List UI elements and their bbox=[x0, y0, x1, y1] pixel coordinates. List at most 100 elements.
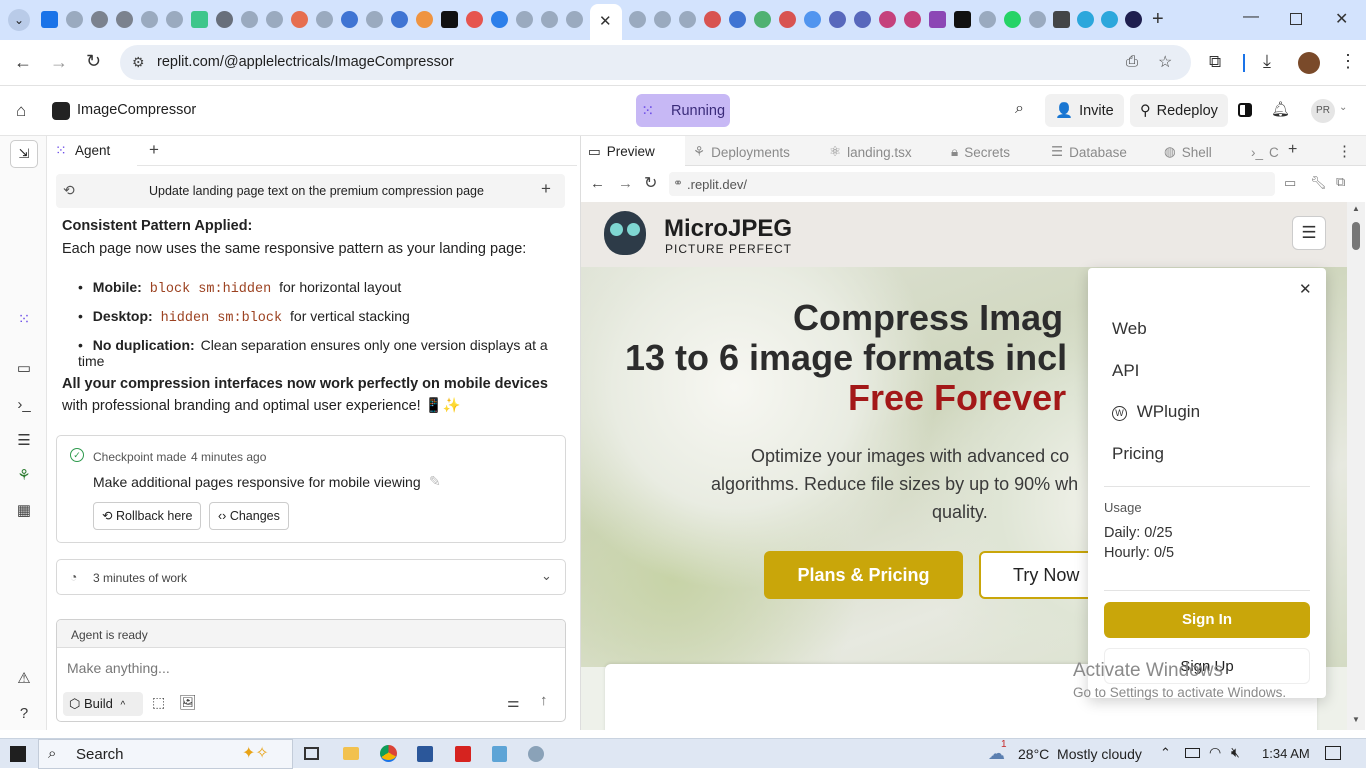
start-icon[interactable] bbox=[10, 746, 26, 762]
task-view-icon[interactable] bbox=[304, 747, 319, 760]
tab-favicon[interactable] bbox=[754, 11, 771, 28]
clock[interactable]: 1:34 AM bbox=[1262, 746, 1310, 761]
hamburger-menu-button[interactable]: ☰ bbox=[1292, 216, 1326, 250]
tab-landing-file[interactable]: ⚛ landing.tsx bbox=[829, 136, 912, 168]
preview-back-icon[interactable]: ← bbox=[590, 175, 605, 192]
tab-list-dropdown-icon[interactable]: ⌄ bbox=[8, 9, 30, 31]
user-avatar[interactable]: PR bbox=[1311, 99, 1335, 123]
show-hidden-icons[interactable]: ⌃ bbox=[1160, 745, 1171, 761]
build-mode-button[interactable]: ⬡ Build ^ bbox=[63, 692, 143, 716]
tab-favicon[interactable] bbox=[41, 11, 58, 28]
tab-favicon[interactable] bbox=[854, 11, 871, 28]
forward-icon[interactable]: → bbox=[50, 52, 68, 73]
acrobat-icon[interactable] bbox=[455, 746, 471, 762]
tab-shell[interactable]: ◍ Shell bbox=[1164, 136, 1212, 168]
tab-favicon[interactable] bbox=[1004, 11, 1021, 28]
tab-deployments[interactable]: ⚘ Deployments bbox=[693, 136, 790, 168]
reload-icon[interactable]: ↻ bbox=[86, 51, 101, 72]
all-tools-icon[interactable]: ▦ bbox=[15, 502, 33, 520]
new-thread-icon[interactable]: + bbox=[541, 179, 551, 199]
layout-toggle-icon[interactable] bbox=[1238, 103, 1252, 117]
new-pane-tab-icon[interactable]: + bbox=[149, 140, 159, 160]
tab-favicon[interactable] bbox=[391, 11, 408, 28]
notification-center-icon[interactable] bbox=[1325, 746, 1341, 760]
tab-favicon[interactable] bbox=[416, 11, 433, 28]
profile-avatar[interactable] bbox=[1298, 52, 1320, 74]
prompt-input[interactable]: Make anything... bbox=[67, 660, 170, 676]
attach-image-icon[interactable]: 🖼︎ bbox=[179, 694, 197, 711]
menu-item-wplugin[interactable]: W WPlugin bbox=[1112, 402, 1200, 422]
app-icon[interactable] bbox=[528, 746, 544, 762]
tab-favicon[interactable] bbox=[141, 11, 158, 28]
preview-scrollbar[interactable]: ▲ ▼ bbox=[1347, 202, 1365, 730]
close-menu-icon[interactable]: ✕ bbox=[1299, 280, 1312, 298]
agent-tab[interactable]: ⁙ Agent bbox=[47, 136, 137, 167]
devices-icon[interactable]: ▭ bbox=[1284, 175, 1296, 191]
tab-favicon[interactable] bbox=[166, 11, 183, 28]
tab-favicon[interactable] bbox=[979, 11, 996, 28]
tab-favicon[interactable] bbox=[441, 11, 458, 28]
tab-favicon[interactable] bbox=[1125, 11, 1142, 28]
tab-favicon[interactable] bbox=[216, 11, 233, 28]
address-bar[interactable]: ⚙ replit.com/@applelectricals/ImageCompr… bbox=[120, 45, 1191, 80]
weather-text[interactable]: 28°C Mostly cloudy bbox=[1018, 746, 1142, 762]
tab-favicon[interactable] bbox=[704, 11, 721, 28]
tab-database[interactable]: ☰ Database bbox=[1051, 136, 1127, 168]
downloads-icon[interactable]: ⤓ bbox=[1263, 51, 1271, 72]
tab-favicon[interactable] bbox=[1077, 11, 1094, 28]
close-window-icon[interactable]: ✕ bbox=[1335, 9, 1348, 29]
database-icon[interactable]: ☰ bbox=[15, 432, 33, 450]
back-icon[interactable]: ← bbox=[14, 52, 32, 73]
site-brand[interactable]: MicroJPEG bbox=[664, 215, 792, 243]
tab-favicon[interactable] bbox=[316, 11, 333, 28]
preview-screen-icon[interactable]: ▭ bbox=[15, 360, 33, 378]
tab-favicon[interactable] bbox=[729, 11, 746, 28]
browser-menu-icon[interactable]: ⋮ bbox=[1339, 51, 1357, 72]
menu-item-web[interactable]: Web bbox=[1112, 319, 1147, 339]
taskbar-search[interactable]: ⌕ Search ✦✧ bbox=[38, 739, 293, 769]
sidebar-toggle-icon[interactable]: ⇲ bbox=[10, 140, 38, 168]
wifi-icon[interactable]: ◠ bbox=[1209, 744, 1221, 761]
edit-pencil-icon[interactable]: ✎ bbox=[429, 473, 441, 490]
scroll-down-arrow[interactable]: ▼ bbox=[1352, 715, 1360, 724]
tab-favicon[interactable] bbox=[341, 11, 358, 28]
active-browser-tab[interactable]: ✕ bbox=[590, 4, 622, 40]
history-icon[interactable]: ⟲ bbox=[63, 182, 75, 199]
tab-favicon[interactable] bbox=[191, 11, 208, 28]
run-status-button[interactable]: ⁙ Running bbox=[636, 94, 730, 127]
restore-window-icon[interactable] bbox=[1290, 13, 1302, 25]
extensions-icon[interactable]: ⧉ bbox=[1209, 52, 1221, 72]
word-icon[interactable] bbox=[417, 746, 433, 762]
preview-reload-icon[interactable]: ↻ bbox=[644, 173, 657, 193]
open-new-window-icon[interactable]: ⧉ bbox=[1336, 174, 1345, 190]
minimize-window-icon[interactable]: — bbox=[1243, 8, 1259, 26]
help-icon[interactable]: ? bbox=[15, 705, 33, 723]
tab-favicon[interactable] bbox=[291, 11, 308, 28]
devtools-wrench-icon[interactable]: 🔧︎ bbox=[1310, 175, 1327, 191]
address-url[interactable]: replit.com/@applelectricals/ImageCompres… bbox=[157, 54, 454, 70]
tab-favicon[interactable] bbox=[829, 11, 846, 28]
bookmark-star-icon[interactable]: ☆ bbox=[1158, 52, 1172, 72]
tab-secrets[interactable]: 🔒︎ Secrets bbox=[951, 136, 1010, 168]
search-icon[interactable]: ⌕ bbox=[1015, 100, 1024, 118]
tab-favicon[interactable] bbox=[929, 11, 946, 28]
preview-forward-icon[interactable]: → bbox=[618, 175, 633, 192]
tab-favicon[interactable] bbox=[491, 11, 508, 28]
notepad-icon[interactable] bbox=[492, 746, 507, 762]
tab-favicon[interactable] bbox=[904, 11, 921, 28]
file-explorer-icon[interactable] bbox=[343, 747, 359, 760]
tab-favicon[interactable] bbox=[66, 11, 83, 28]
tab-favicon[interactable] bbox=[116, 11, 133, 28]
tab-favicon[interactable] bbox=[466, 11, 483, 28]
battery-icon[interactable] bbox=[1185, 748, 1200, 758]
tab-favicon[interactable] bbox=[241, 11, 258, 28]
home-icon[interactable]: ⌂ bbox=[16, 101, 26, 121]
tab-favicon[interactable] bbox=[541, 11, 558, 28]
project-name[interactable]: ImageCompressor bbox=[77, 102, 196, 118]
agent-icon[interactable]: ⁙ bbox=[15, 311, 33, 329]
new-tab-icon[interactable]: + bbox=[1152, 8, 1164, 31]
close-tab-icon[interactable]: ✕ bbox=[599, 12, 612, 30]
tab-favicon[interactable] bbox=[1053, 11, 1070, 28]
tab-favicon[interactable] bbox=[629, 11, 646, 28]
rollback-button[interactable]: ⟲ Rollback here bbox=[93, 502, 201, 530]
